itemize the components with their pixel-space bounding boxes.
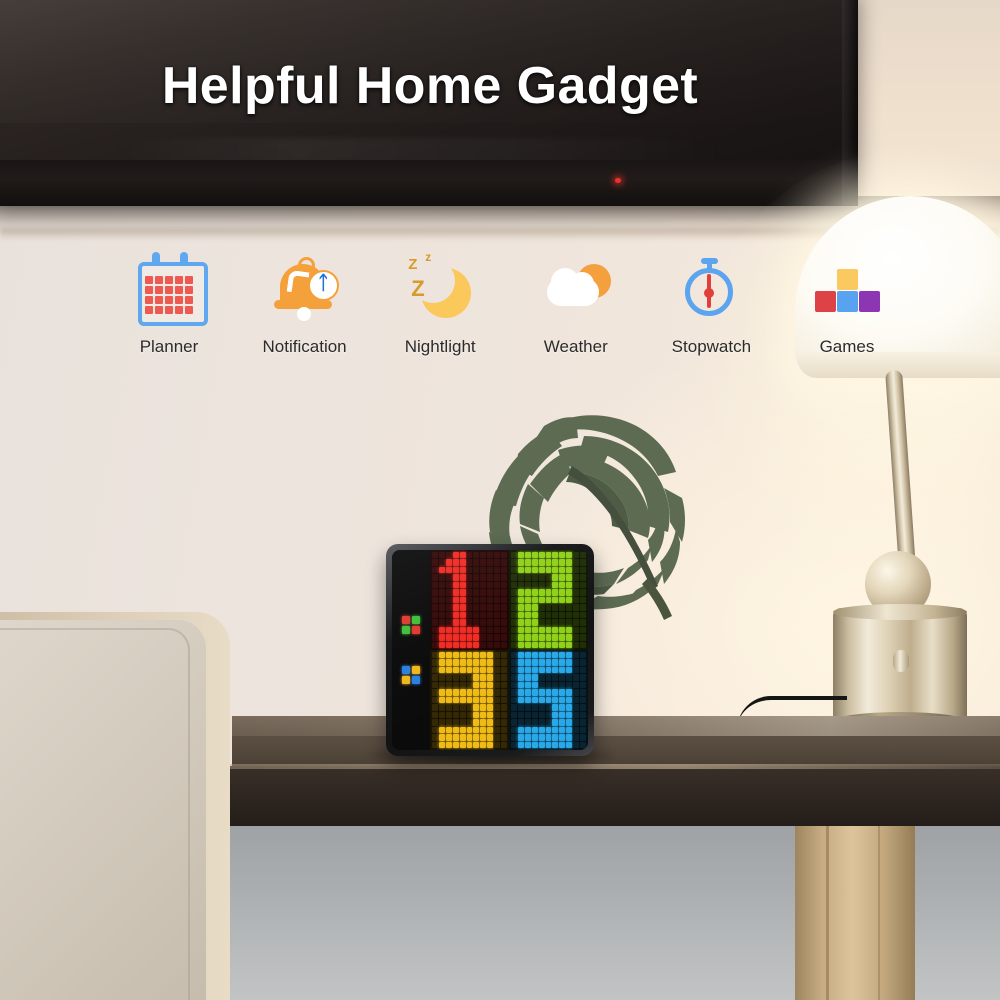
desk-surface-sheen	[232, 716, 1000, 736]
digit-top-right	[509, 550, 588, 650]
blocks-icon	[810, 250, 884, 324]
digit-bottom-left	[430, 650, 509, 750]
device-screen	[392, 550, 588, 750]
sun-cloud-icon	[539, 250, 613, 324]
feature-weather[interactable]: Weather	[515, 250, 637, 357]
chair-seam	[0, 628, 190, 1000]
feature-planner[interactable]: Planner	[108, 250, 230, 357]
feature-icon-row: Planner ᛏ Notification Z Z z Nightlight …	[108, 250, 908, 380]
digit-quadrants	[430, 550, 588, 750]
digit-bottom-right	[509, 650, 588, 750]
indicator-led-upper	[402, 616, 420, 634]
feature-label: Games	[819, 337, 875, 356]
feature-label: Planner	[139, 337, 199, 356]
calendar-icon	[132, 250, 208, 326]
lamp-base-top	[833, 604, 967, 620]
tv-bottom-bezel	[0, 160, 858, 206]
tv-standby-led-icon	[615, 178, 621, 183]
page-title: Helpful Home Gadget	[161, 57, 699, 115]
feature-nightlight[interactable]: Z Z z Nightlight	[379, 250, 501, 357]
feature-stopwatch[interactable]: Stopwatch	[650, 250, 772, 357]
digit-top-left	[430, 550, 509, 650]
bluetooth-glyph: ᛏ	[317, 273, 329, 294]
calendar-grid-cells	[145, 276, 193, 314]
device-side-panel	[392, 550, 430, 750]
pixel-led-clock[interactable]	[386, 544, 594, 756]
desk-leg	[795, 824, 915, 1000]
device-body	[386, 544, 594, 756]
feature-label: Nightlight	[404, 337, 476, 356]
feature-games[interactable]: Games	[786, 250, 908, 357]
indicator-led-lower	[402, 666, 420, 684]
zzz-icon: Z	[411, 276, 425, 301]
feature-label: Weather	[543, 337, 608, 356]
stopwatch-icon	[674, 250, 748, 324]
feature-label: Stopwatch	[671, 337, 752, 356]
desk-front-edge	[205, 766, 1000, 826]
moon-icon: Z Z z	[403, 250, 477, 324]
feature-label: Notification	[262, 337, 347, 356]
bell-icon: ᛏ	[268, 250, 342, 324]
lamp-switch-knob[interactable]	[893, 650, 909, 672]
product-marketing-scene: Helpful Home Gadget Planner ᛏ Notificati…	[0, 0, 1000, 1000]
feature-notification[interactable]: ᛏ Notification	[244, 250, 366, 357]
